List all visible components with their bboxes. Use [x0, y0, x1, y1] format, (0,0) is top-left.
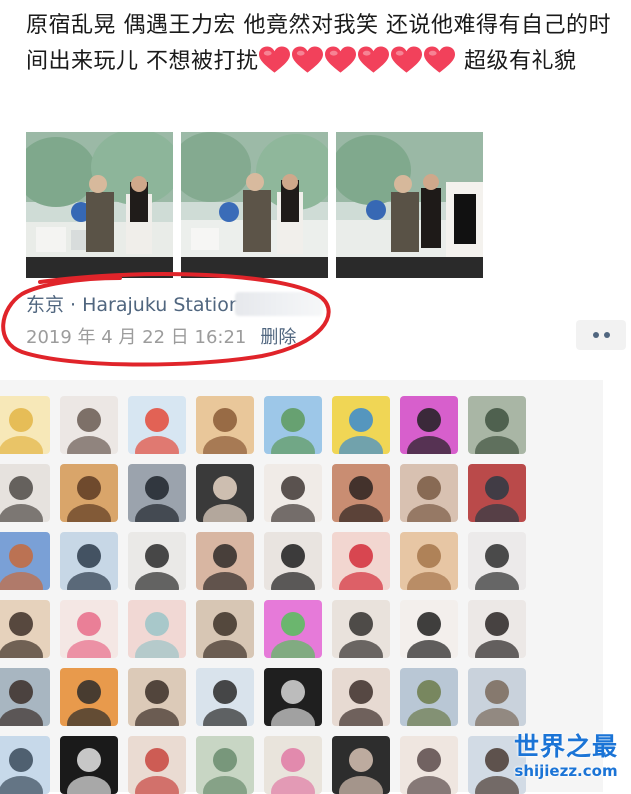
liker-avatar[interactable]: [400, 464, 458, 522]
post-trailing-text: 超级有礼貌: [456, 49, 577, 74]
more-options-button[interactable]: [576, 320, 626, 350]
liker-avatar[interactable]: [196, 464, 254, 522]
liker-avatar[interactable]: [0, 396, 50, 454]
watermark-title: 世界之最: [513, 732, 618, 761]
liker-avatar[interactable]: [332, 668, 390, 726]
liker-avatar[interactable]: [264, 600, 322, 658]
heart-emoji-group: [258, 46, 424, 74]
liker-avatar[interactable]: [264, 532, 322, 590]
liker-avatar[interactable]: [196, 736, 254, 794]
liker-avatar[interactable]: [60, 532, 118, 590]
liker-avatar[interactable]: [128, 668, 186, 726]
liker-avatar[interactable]: [264, 736, 322, 794]
liker-avatar[interactable]: [332, 464, 390, 522]
dot-icon: [592, 332, 599, 338]
liker-avatar[interactable]: [60, 464, 118, 522]
site-watermark: 世界之最 shijiezz.com: [506, 732, 626, 780]
liker-avatar[interactable]: [332, 532, 390, 590]
liker-avatar[interactable]: [128, 600, 186, 658]
liker-avatar[interactable]: [0, 464, 50, 522]
liker-avatar[interactable]: [468, 464, 526, 522]
liker-avatar[interactable]: [264, 464, 322, 522]
liker-avatar[interactable]: [332, 396, 390, 454]
heart-emoji-icon: [324, 46, 356, 74]
liker-avatar[interactable]: [60, 396, 118, 454]
liker-avatar[interactable]: [468, 532, 526, 590]
heart-emoji-icon: [390, 46, 422, 74]
moment-post-text: 原宿乱晃 偶遇王力宏 他竟然对我笑 还说他难得有自己的时间出来玩儿 不想被打扰 …: [26, 8, 626, 80]
photo-thumbnail[interactable]: [26, 132, 173, 278]
liker-avatar[interactable]: [264, 668, 322, 726]
liker-avatar[interactable]: [400, 736, 458, 794]
liker-avatar[interactable]: [128, 464, 186, 522]
liker-avatar[interactable]: [60, 736, 118, 794]
liker-avatar[interactable]: [468, 600, 526, 658]
liker-avatar[interactable]: [60, 668, 118, 726]
liker-avatar[interactable]: [332, 736, 390, 794]
liker-avatar[interactable]: [400, 532, 458, 590]
heart-emoji-icon: [357, 46, 389, 74]
likes-avatar-grid: [0, 380, 603, 794]
liker-avatar[interactable]: [196, 668, 254, 726]
liker-avatar[interactable]: [196, 396, 254, 454]
liker-avatar[interactable]: [468, 668, 526, 726]
heart-emoji-icon: [258, 46, 290, 74]
heart-emoji-icon: [423, 46, 455, 74]
liker-avatar[interactable]: [128, 532, 186, 590]
liker-avatar[interactable]: [400, 600, 458, 658]
liker-avatar[interactable]: [0, 600, 50, 658]
liker-avatar[interactable]: [0, 736, 50, 794]
liker-avatar[interactable]: [0, 668, 50, 726]
photo-thumbnail[interactable]: [181, 132, 328, 278]
liker-avatar[interactable]: [0, 532, 50, 590]
dot-icon: [603, 332, 610, 338]
heart-emoji-icon: [291, 46, 323, 74]
liker-avatar[interactable]: [400, 668, 458, 726]
liker-avatar[interactable]: [60, 600, 118, 658]
liker-avatar[interactable]: [196, 532, 254, 590]
photo-thumbnail[interactable]: [336, 132, 483, 278]
liker-avatar[interactable]: [332, 600, 390, 658]
liker-avatar[interactable]: [128, 396, 186, 454]
red-circle-annotation: [0, 268, 336, 372]
liker-avatar[interactable]: [468, 396, 526, 454]
liker-avatar[interactable]: [264, 396, 322, 454]
watermark-url: shijiezz.com: [514, 762, 618, 780]
liker-avatar[interactable]: [196, 600, 254, 658]
liker-avatar[interactable]: [400, 396, 458, 454]
heart-emoji-group: [423, 46, 457, 74]
liker-avatar[interactable]: [128, 736, 186, 794]
